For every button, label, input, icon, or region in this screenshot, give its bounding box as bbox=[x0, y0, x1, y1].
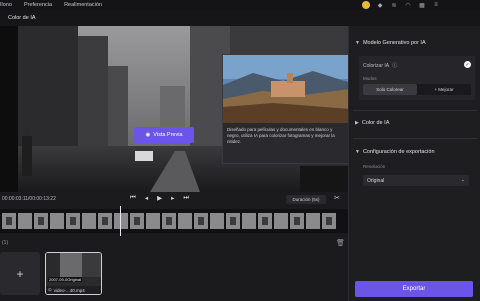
headset-icon[interactable]: ◠ bbox=[404, 1, 412, 9]
settings-sidebar: ▼ Modelo Generativo por IA Colorizar IA … bbox=[348, 26, 480, 301]
section-export-settings[interactable]: ▼ Configuración de exportación bbox=[355, 149, 435, 155]
model-name-row: Colorizar IA ⓘ bbox=[363, 62, 397, 70]
playback-controls: 00:00:03:11/00:00:13:22 ⏮ ◂ ▶ ▸ ⏭ Duraci… bbox=[0, 192, 348, 206]
top-icons: ◆ ≋ ◠ ▦ ≡ bbox=[362, 1, 440, 9]
export-button[interactable]: Exportar bbox=[355, 281, 473, 297]
duration-select[interactable]: Duración (5s) bbox=[286, 195, 326, 204]
section-generative-model[interactable]: ▼ Modelo Generativo por IA bbox=[355, 40, 426, 46]
step-forward-icon[interactable]: ▸ bbox=[171, 194, 174, 202]
eye-icon: ◉ bbox=[145, 132, 151, 138]
resolution-label: Resolución bbox=[363, 164, 386, 169]
plus-icon: + bbox=[16, 266, 24, 281]
clip-name-bar: ⊙ video-...40.mp4 bbox=[46, 286, 101, 294]
media-bar: (1) 🗑 bbox=[0, 238, 348, 248]
feature-description: Diseñado para películas y documentales e… bbox=[227, 127, 335, 145]
resolution-value: Original bbox=[367, 177, 385, 184]
mode-enhance[interactable]: + Mejorar bbox=[417, 84, 471, 95]
media-clip-tile[interactable]: 2007-09-0Original ⊙ video-...40.mp4 bbox=[45, 252, 102, 295]
model-option-card[interactable]: Colorizar IA ⓘ ✓ Modos Solo Colorear + M… bbox=[359, 56, 475, 100]
timeline-filmstrip[interactable] bbox=[0, 209, 348, 233]
feature-demo-card: Diseñado para películas y documentales e… bbox=[222, 54, 352, 164]
caret-right-icon: ▶ bbox=[355, 120, 359, 126]
divider bbox=[353, 138, 477, 139]
skip-forward-icon[interactable]: ⏭ bbox=[183, 194, 189, 202]
transport-buttons: ⏮ ◂ ▶ ▸ ⏭ bbox=[130, 194, 189, 202]
check-icon: ✓ bbox=[464, 61, 471, 68]
skip-back-icon[interactable]: ⏮ bbox=[130, 194, 136, 202]
chevron-down-icon: ⌄ bbox=[460, 177, 465, 183]
coin-icon[interactable] bbox=[362, 1, 370, 9]
preview-button-label: Vista Previa bbox=[153, 132, 183, 138]
trash-icon[interactable]: 🗑 bbox=[336, 239, 345, 247]
caret-down-icon: ▼ bbox=[355, 40, 360, 46]
preview-button[interactable]: ◉ Vista Previa bbox=[134, 127, 194, 143]
menu-item-preferences[interactable]: Preferencia bbox=[24, 2, 52, 8]
resolution-select[interactable]: Original ⌄ bbox=[363, 175, 469, 186]
wifi-icon[interactable]: ≋ bbox=[390, 1, 398, 9]
media-count: (1) bbox=[2, 240, 9, 246]
play-icon[interactable]: ▶ bbox=[157, 194, 162, 202]
grid-icon[interactable]: ▦ bbox=[418, 1, 426, 9]
diamond-icon[interactable]: ◆ bbox=[376, 1, 384, 9]
menu-item-file[interactable]: Ilono bbox=[0, 2, 12, 8]
modes-label: Modos bbox=[363, 76, 377, 81]
divider bbox=[353, 110, 477, 111]
filmstrip-frames bbox=[0, 209, 348, 233]
info-icon[interactable]: ⓘ bbox=[392, 62, 397, 69]
timecode: 00:00:03:11/00:00:13:22 bbox=[2, 196, 56, 202]
title-bar: Color de IA bbox=[0, 10, 480, 26]
model-name: Colorizar IA bbox=[363, 62, 390, 69]
castle-sample-image bbox=[223, 55, 351, 123]
section-ai-color-title: Color de IA bbox=[361, 120, 390, 126]
add-media-button[interactable]: + bbox=[0, 252, 40, 295]
window-title: Color de IA bbox=[8, 15, 36, 21]
clip-name: video-...40.mp4 bbox=[53, 287, 85, 293]
timeline-playhead[interactable] bbox=[120, 206, 121, 236]
section-export-settings-title: Configuración de exportación bbox=[362, 149, 435, 155]
mode-segmented-control: Solo Colorear + Mejorar bbox=[363, 84, 471, 95]
section-ai-color[interactable]: ▶ Color de IA bbox=[355, 120, 389, 126]
clip-caption: 2007-09-0Original bbox=[48, 277, 83, 282]
menu-icon[interactable]: ≡ bbox=[432, 1, 440, 9]
scissors-icon[interactable]: ✂ bbox=[334, 194, 340, 202]
step-back-icon[interactable]: ◂ bbox=[145, 194, 148, 202]
mode-colorize-only[interactable]: Solo Colorear bbox=[363, 84, 417, 95]
menu-item-feedback[interactable]: Realimentación bbox=[64, 2, 102, 8]
video-icon: ⊙ bbox=[48, 287, 52, 292]
caret-down-icon: ▼ bbox=[355, 149, 360, 155]
section-generative-model-title: Modelo Generativo por IA bbox=[362, 40, 426, 46]
